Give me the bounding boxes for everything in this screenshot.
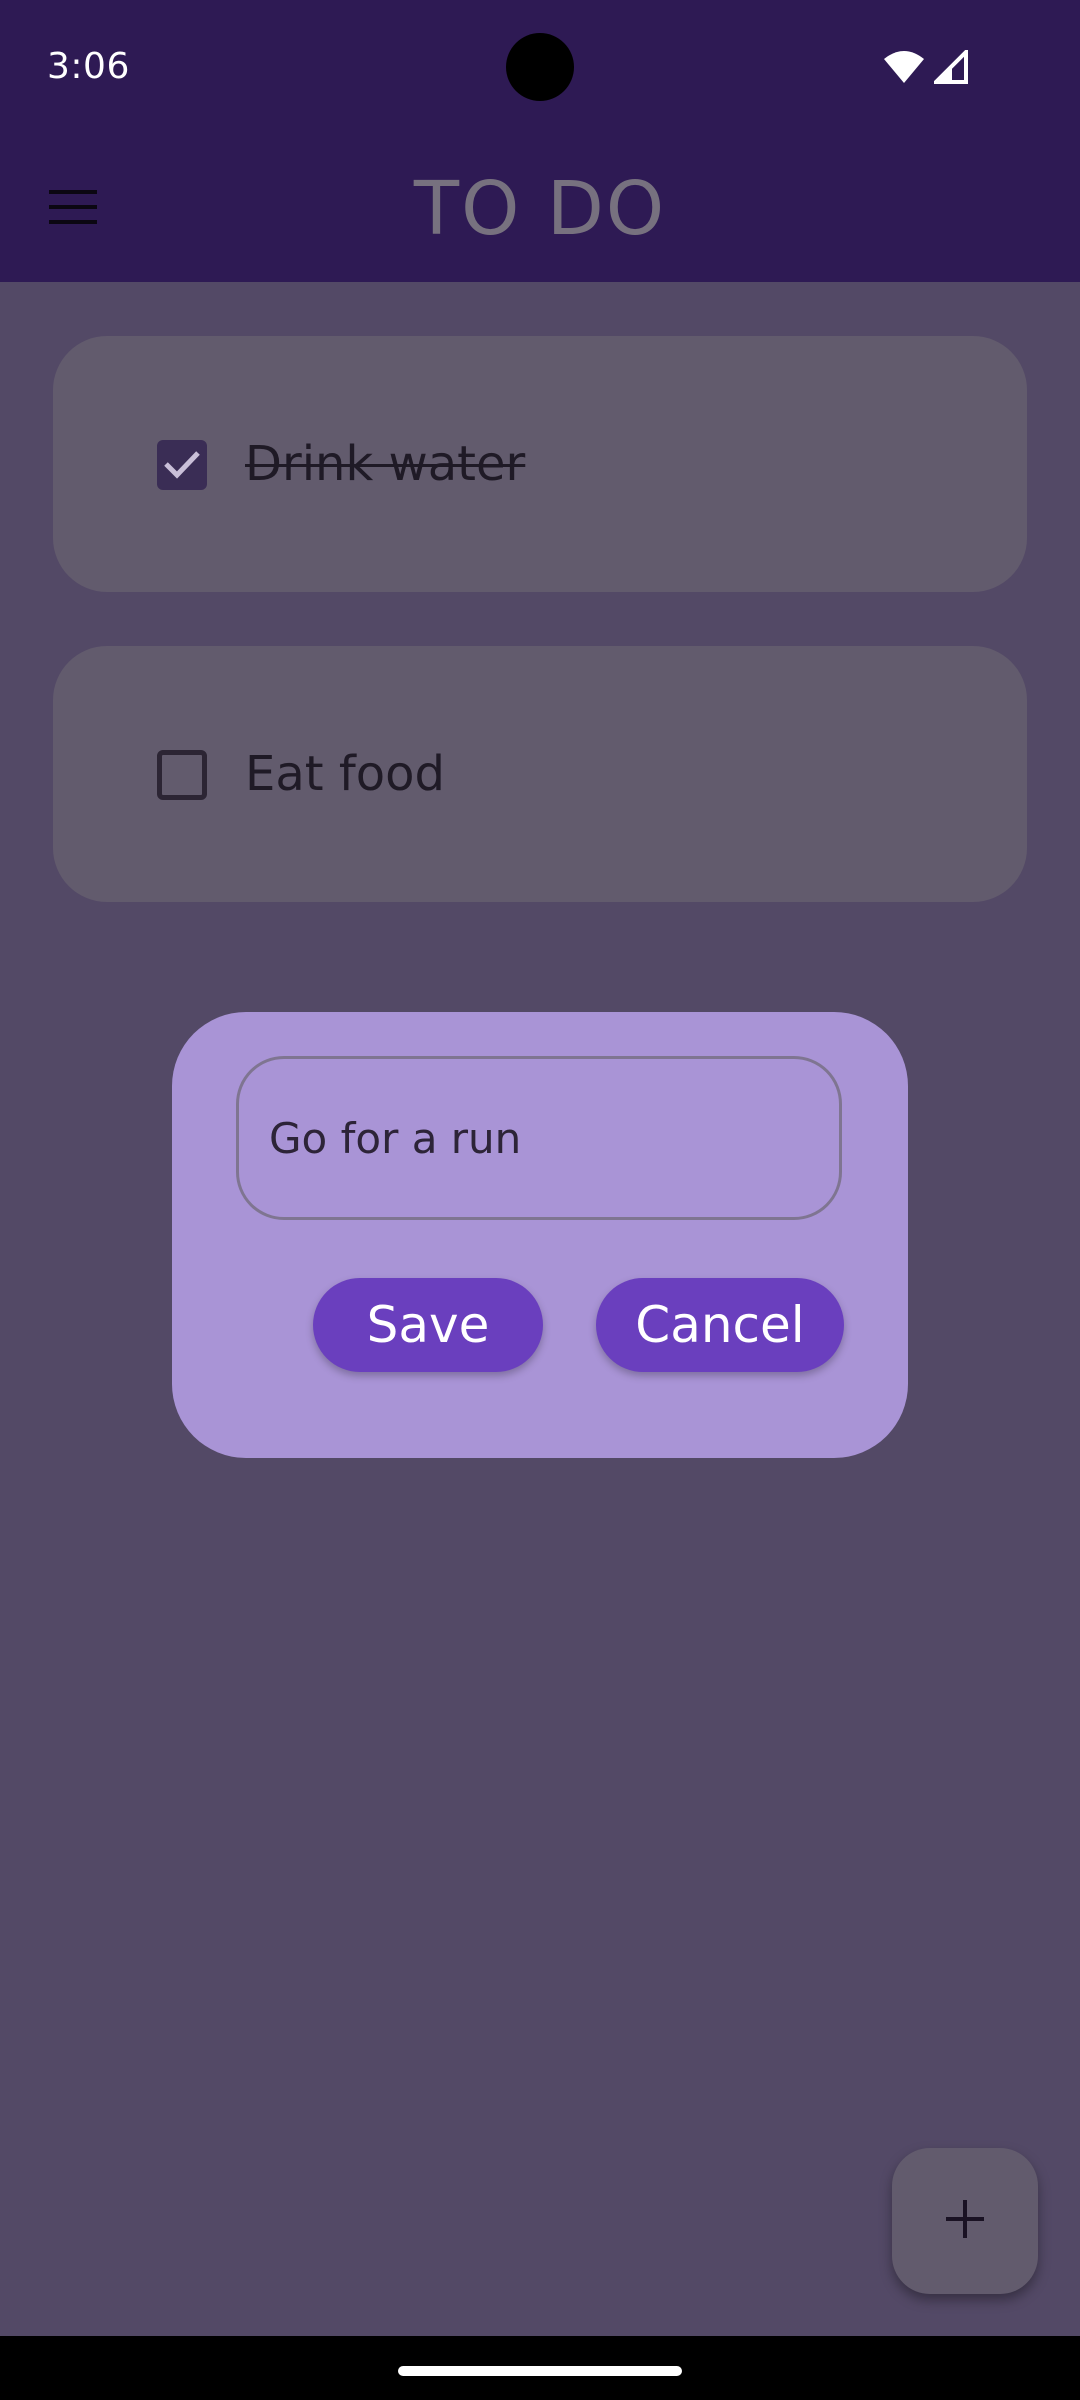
todo-label: Eat food — [245, 746, 445, 802]
wifi-icon — [884, 51, 924, 83]
add-todo-dialog: Save Cancel — [172, 1012, 908, 1458]
plus-icon — [944, 2198, 986, 2244]
navigation-bar — [0, 2336, 1080, 2400]
gesture-handle[interactable] — [398, 2366, 682, 2376]
todo-label: Drink water — [245, 436, 526, 492]
signal-icon — [934, 50, 968, 84]
todo-item[interactable]: Eat food — [53, 646, 1027, 902]
status-time: 3:06 — [47, 46, 130, 87]
todo-text-input[interactable] — [236, 1056, 842, 1220]
todo-list: Drink water Eat food — [53, 336, 1027, 956]
cancel-button[interactable]: Cancel — [596, 1278, 844, 1372]
top-app-bar: TO DO — [0, 136, 1080, 282]
app-title: TO DO — [413, 166, 667, 252]
save-button[interactable]: Save — [313, 1278, 543, 1372]
todo-item[interactable]: Drink water — [53, 336, 1027, 592]
todo-checkbox-unchecked[interactable] — [157, 750, 207, 800]
camera-cutout — [506, 33, 574, 101]
status-bar: 3:06 — [0, 0, 1080, 136]
todo-checkbox-checked[interactable] — [157, 440, 207, 490]
status-icons — [884, 50, 968, 84]
add-todo-fab[interactable] — [892, 2148, 1038, 2294]
